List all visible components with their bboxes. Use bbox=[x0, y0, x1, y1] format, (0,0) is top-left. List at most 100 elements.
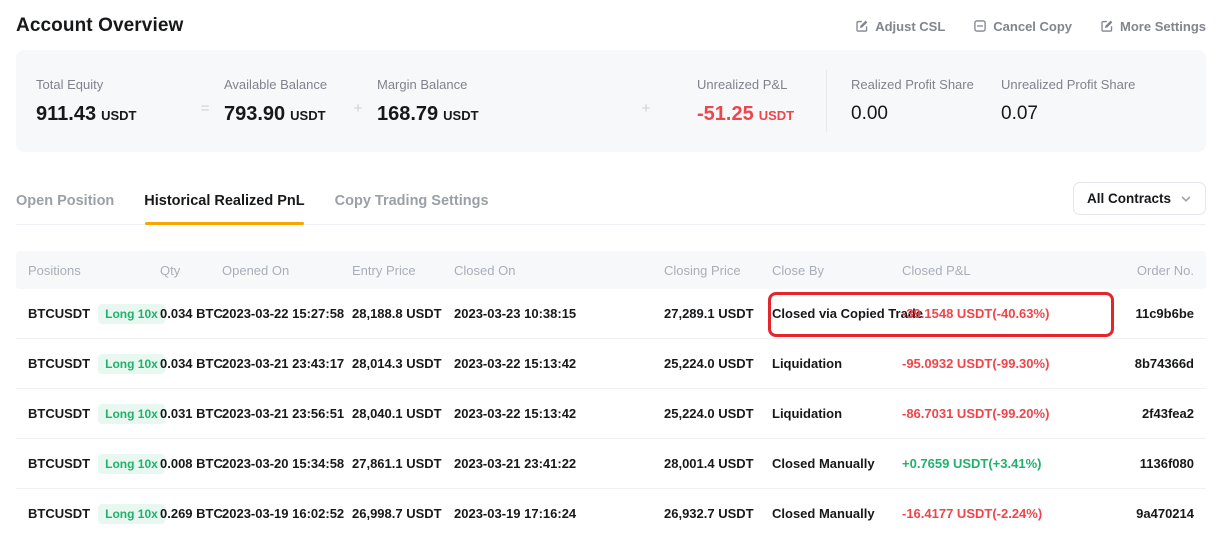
tab-copy-trading-settings[interactable]: Copy Trading Settings bbox=[335, 193, 489, 224]
summary-item-number: 0.00 bbox=[851, 103, 888, 125]
table-row: BTCUSDT Long 10x 0.034 BTC 2023-03-21 23… bbox=[16, 339, 1206, 389]
closed-on-cell: 2023-03-21 23:41:22 bbox=[454, 456, 664, 471]
closed-on-cell: 2023-03-19 17:16:24 bbox=[454, 506, 664, 521]
position-symbol: BTCUSDT bbox=[28, 506, 90, 521]
summary-item-value: 911.43USDT bbox=[36, 103, 186, 126]
opened-on-cell: 2023-03-22 15:27:58 bbox=[222, 306, 352, 321]
column-header-qty: Qty bbox=[160, 263, 222, 278]
table-row: BTCUSDT Long 10x 0.034 BTC 2023-03-22 15… bbox=[16, 289, 1206, 339]
column-header-closing-price: Closing Price bbox=[664, 263, 772, 278]
order-no-cell: 11c9b6be bbox=[1116, 306, 1194, 321]
closing-price-cell: 28,001.4 USDT bbox=[664, 456, 772, 471]
column-header-close-by: Close By bbox=[772, 263, 902, 278]
tabs: Open Position Historical Realized PnL Copy… bbox=[16, 193, 489, 224]
summary-item-unit: USDT bbox=[101, 108, 136, 123]
column-header-entry-price: Entry Price bbox=[352, 263, 454, 278]
summary-item-unit: USDT bbox=[443, 108, 478, 123]
closing-price-cell: 25,224.0 USDT bbox=[664, 356, 772, 371]
summary-item-margin-balance: Margin Balance 168.79USDT bbox=[377, 77, 627, 126]
qty-cell: 0.031 BTC bbox=[160, 406, 222, 421]
closing-price-cell: 27,289.1 USDT bbox=[664, 306, 772, 321]
summary-item-value: 0.00 bbox=[851, 103, 975, 125]
summary-item-label: Realized Profit Share bbox=[851, 77, 975, 92]
summary-item-total-equity: Total Equity 911.43USDT bbox=[36, 77, 186, 126]
summary-item-value: -51.25 USDT bbox=[697, 103, 802, 126]
close-by-cell: Closed Manually bbox=[772, 506, 902, 521]
qty-cell: 0.008 BTC bbox=[160, 456, 222, 471]
close-by-cell: Closed via Copied Trade bbox=[772, 306, 902, 321]
positions-cell: BTCUSDT Long 10x bbox=[28, 504, 160, 524]
entry-price-cell: 27,861.1 USDT bbox=[352, 456, 454, 471]
order-no-cell: 2f43fea2 bbox=[1116, 406, 1194, 421]
table-row: BTCUSDT Long 10x 0.008 BTC 2023-03-20 15… bbox=[16, 439, 1206, 489]
action-label: Cancel Copy bbox=[993, 19, 1072, 34]
closed-pnl-cell: +0.7659 USDT(+3.41%) bbox=[902, 456, 1116, 471]
summary-item-unrealized-p-l: Unrealized P&L -51.25 USDT bbox=[697, 77, 802, 126]
summary-item-label: Unrealized P&L bbox=[697, 77, 802, 92]
position-symbol: BTCUSDT bbox=[28, 356, 90, 371]
closing-price-cell: 25,224.0 USDT bbox=[664, 406, 772, 421]
position-side-badge: Long 10x bbox=[98, 404, 165, 424]
summary-operator: + bbox=[627, 100, 665, 117]
summary-operator: + bbox=[339, 100, 377, 117]
qty-cell: 0.269 BTC bbox=[160, 506, 222, 521]
page-title: Account Overview bbox=[16, 15, 183, 37]
position-side-badge: Long 10x bbox=[98, 504, 165, 524]
position-side-badge: Long 10x bbox=[98, 354, 165, 374]
summary-item-unrealized-profit-share: Unrealized Profit Share 0.07 bbox=[1001, 77, 1135, 125]
historical-pnl-table: PositionsQtyOpened OnEntry PriceClosed O… bbox=[16, 251, 1206, 538]
closed-on-cell: 2023-03-22 15:13:42 bbox=[454, 406, 664, 421]
close-by-cell: Liquidation bbox=[772, 356, 902, 371]
summary-item-value: 0.07 bbox=[1001, 103, 1135, 125]
summary-item-label: Available Balance bbox=[224, 77, 339, 92]
position-symbol: BTCUSDT bbox=[28, 456, 90, 471]
closed-pnl-cell: -16.4177 USDT(-2.24%) bbox=[902, 506, 1116, 521]
edit-icon bbox=[855, 19, 869, 33]
summary-item-available-balance: Available Balance 793.90 USDT bbox=[224, 77, 339, 126]
more-settings-button[interactable]: More Settings bbox=[1100, 19, 1206, 34]
order-no-cell: 1136f080 bbox=[1116, 456, 1194, 471]
closing-price-cell: 26,932.7 USDT bbox=[664, 506, 772, 521]
closed-on-cell: 2023-03-22 15:13:42 bbox=[454, 356, 664, 371]
adjust-csl-button[interactable]: Adjust CSL bbox=[855, 19, 945, 34]
page-header: Account Overview Adjust CSL Cancel Copy Mo… bbox=[0, 0, 1222, 50]
summary-item-unit: USDT bbox=[290, 108, 325, 123]
summary-divider bbox=[826, 70, 827, 132]
contracts-filter-label: All Contracts bbox=[1087, 191, 1171, 206]
table-row: BTCUSDT Long 10x 0.031 BTC 2023-03-21 23… bbox=[16, 389, 1206, 439]
account-summary-card: Total Equity911.43USDT=Available Balance… bbox=[16, 50, 1206, 152]
chevron-down-icon bbox=[1180, 193, 1192, 205]
tabs-bar: Open Position Historical Realized PnL Copy… bbox=[16, 152, 1206, 225]
tab-historical-realized-pnl[interactable]: Historical Realized PnL bbox=[144, 193, 304, 224]
column-header-closed-p-l: Closed P&L bbox=[902, 263, 1116, 278]
position-symbol: BTCUSDT bbox=[28, 306, 90, 321]
cancel-copy-button[interactable]: Cancel Copy bbox=[973, 19, 1072, 34]
table-row: BTCUSDT Long 10x 0.269 BTC 2023-03-19 16… bbox=[16, 489, 1206, 538]
position-side-badge: Long 10x bbox=[98, 454, 165, 474]
opened-on-cell: 2023-03-20 15:34:58 bbox=[222, 456, 352, 471]
position-side-badge: Long 10x bbox=[98, 304, 165, 324]
summary-item-value: 168.79USDT bbox=[377, 103, 627, 126]
summary-item-unit: USDT bbox=[759, 108, 794, 123]
summary-item-label: Unrealized Profit Share bbox=[1001, 77, 1135, 92]
contracts-filter-dropdown[interactable]: All Contracts bbox=[1073, 182, 1206, 215]
summary-item-number: -51.25 bbox=[697, 103, 754, 126]
positions-cell: BTCUSDT Long 10x bbox=[28, 354, 160, 374]
positions-cell: BTCUSDT Long 10x bbox=[28, 454, 160, 474]
summary-item-number: 793.90 bbox=[224, 103, 285, 126]
positions-cell: BTCUSDT Long 10x bbox=[28, 304, 160, 324]
column-header-positions: Positions bbox=[28, 263, 160, 278]
summary-item-label: Margin Balance bbox=[377, 77, 627, 92]
qty-cell: 0.034 BTC bbox=[160, 306, 222, 321]
closed-on-cell: 2023-03-23 10:38:15 bbox=[454, 306, 664, 321]
column-header-opened-on: Opened On bbox=[222, 263, 352, 278]
action-label: Adjust CSL bbox=[875, 19, 945, 34]
column-header-closed-on: Closed On bbox=[454, 263, 664, 278]
close-by-cell: Closed Manually bbox=[772, 456, 902, 471]
account-overview-page: Account Overview Adjust CSL Cancel Copy Mo… bbox=[0, 0, 1222, 538]
entry-price-cell: 28,014.3 USDT bbox=[352, 356, 454, 371]
tab-open-position[interactable]: Open Position bbox=[16, 193, 114, 224]
opened-on-cell: 2023-03-21 23:43:17 bbox=[222, 356, 352, 371]
summary-item-realized-profit-share: Realized Profit Share 0.00 bbox=[851, 77, 975, 125]
summary-item-label: Total Equity bbox=[36, 77, 186, 92]
